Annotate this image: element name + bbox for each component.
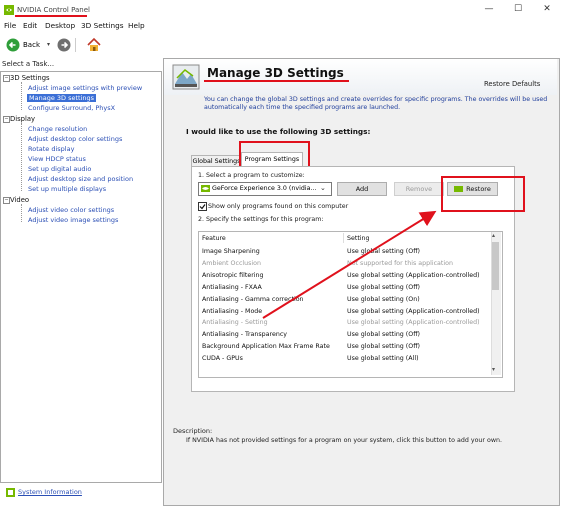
annotation-arrow	[262, 210, 437, 319]
